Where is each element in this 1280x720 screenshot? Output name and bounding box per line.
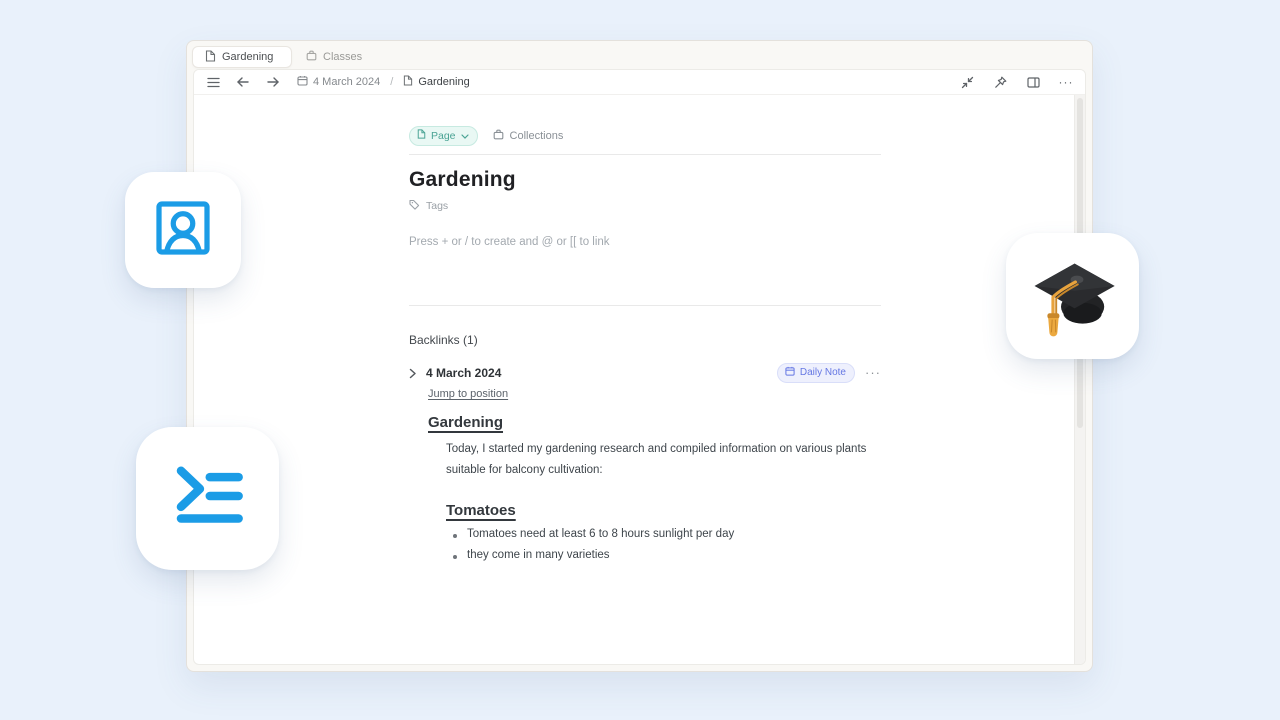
page-icon — [403, 75, 413, 89]
breadcrumb: 4 March 2024 / Gardening — [297, 75, 470, 89]
bullet-list: Tomatoes need at least 6 to 8 hours sunl… — [446, 528, 881, 561]
daily-note-badge[interactable]: Daily Note — [777, 363, 855, 383]
back-arrow-icon[interactable] — [235, 74, 251, 90]
tags-label: Tags — [426, 200, 448, 212]
collapse-arrows-icon[interactable] — [959, 74, 975, 90]
tab-label: Gardening — [222, 51, 273, 63]
backlink-more-icon[interactable]: ··· — [865, 368, 881, 378]
contact-person-icon — [147, 192, 219, 269]
collections-label: Collections — [510, 130, 564, 142]
editor-placeholder[interactable]: Press + or / to create and @ or [[ to li… — [409, 236, 881, 248]
calendar-icon — [297, 75, 308, 89]
education-app-card — [1006, 233, 1139, 359]
tab-bar: Gardening Classes — [187, 41, 1092, 69]
forward-arrow-icon[interactable] — [265, 74, 281, 90]
backlink-source-title[interactable]: 4 March 2024 — [426, 366, 501, 380]
tags-button[interactable]: Tags — [409, 199, 881, 213]
collections-button[interactable]: Collections — [493, 129, 564, 143]
backlink-heading-link[interactable]: Gardening — [428, 414, 503, 431]
chevron-down-icon — [461, 130, 469, 142]
backlink-paragraph: Today, I started my gardening research a… — [446, 439, 883, 482]
document-panel: 4 March 2024 / Gardening — [193, 69, 1086, 665]
app-window: Gardening Classes — [186, 40, 1093, 672]
outline-list-icon[interactable] — [205, 74, 221, 90]
breadcrumb-page[interactable]: Gardening — [403, 75, 469, 89]
tag-icon — [409, 199, 420, 213]
side-panel-icon[interactable] — [1025, 74, 1041, 90]
box-icon — [306, 50, 317, 64]
divider — [409, 154, 881, 155]
object-type-badge[interactable]: Page — [409, 126, 478, 146]
pin-icon[interactable] — [992, 74, 1008, 90]
breadcrumb-separator: / — [390, 76, 393, 88]
page-content: Page Collections Gardening — [409, 95, 881, 561]
backlinks-header: Backlinks (1) — [409, 333, 881, 347]
jump-to-position-link[interactable]: Jump to position — [428, 388, 508, 400]
bullet-item: they come in many varieties — [446, 549, 881, 561]
breadcrumb-date[interactable]: 4 March 2024 — [297, 75, 380, 89]
graduation-cap-icon — [1025, 249, 1121, 344]
calendar-icon — [785, 366, 795, 379]
prompt-app-card — [136, 427, 279, 570]
backlink-row: 4 March 2024 Daily Note ··· — [409, 363, 881, 383]
toolbar: 4 March 2024 / Gardening — [194, 70, 1085, 95]
contact-app-card — [125, 172, 241, 288]
page-icon — [417, 129, 426, 142]
divider — [409, 305, 881, 306]
page-icon — [205, 50, 216, 65]
tab-label: Classes — [323, 51, 362, 63]
daily-note-label: Daily Note — [800, 367, 846, 378]
backlink-subheading-link[interactable]: Tomatoes — [446, 502, 516, 519]
tab-classes[interactable]: Classes — [294, 46, 374, 68]
page-title[interactable]: Gardening — [409, 168, 881, 192]
box-icon — [493, 129, 504, 143]
type-badge-label: Page — [431, 130, 456, 142]
bullet-item: Tomatoes need at least 6 to 8 hours sunl… — [446, 528, 881, 540]
prompt-list-icon — [163, 451, 253, 546]
scrollbar-track[interactable] — [1074, 95, 1085, 664]
more-options-icon[interactable]: ··· — [1058, 74, 1074, 90]
tab-gardening[interactable]: Gardening — [192, 46, 292, 68]
expand-chevron-icon[interactable] — [409, 368, 417, 379]
